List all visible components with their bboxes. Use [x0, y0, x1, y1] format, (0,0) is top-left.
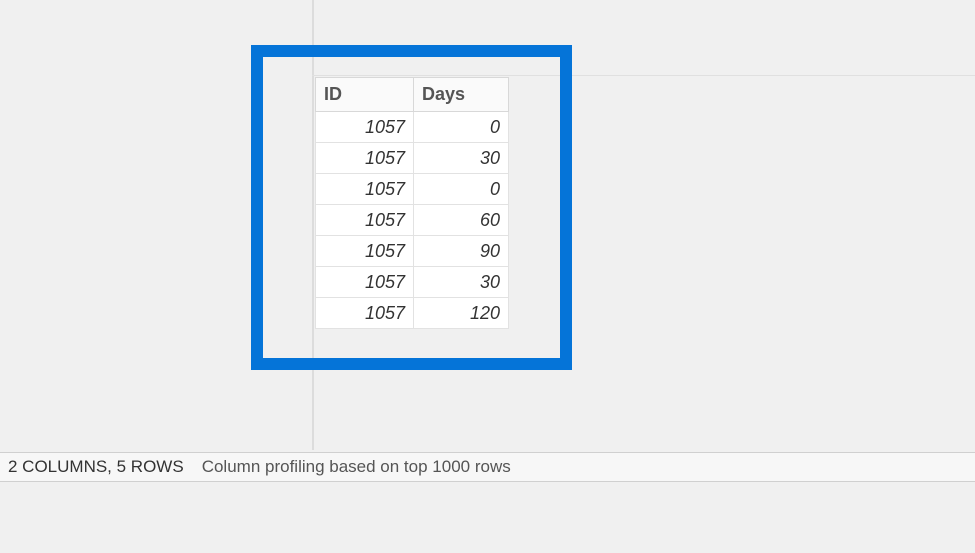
highlight-frame [251, 45, 572, 370]
status-bar: 2 COLUMNS, 5 ROWS Column profiling based… [0, 452, 975, 482]
status-columns-rows: 2 COLUMNS, 5 ROWS [8, 457, 184, 477]
status-profiling: Column profiling based on top 1000 rows [202, 457, 511, 477]
